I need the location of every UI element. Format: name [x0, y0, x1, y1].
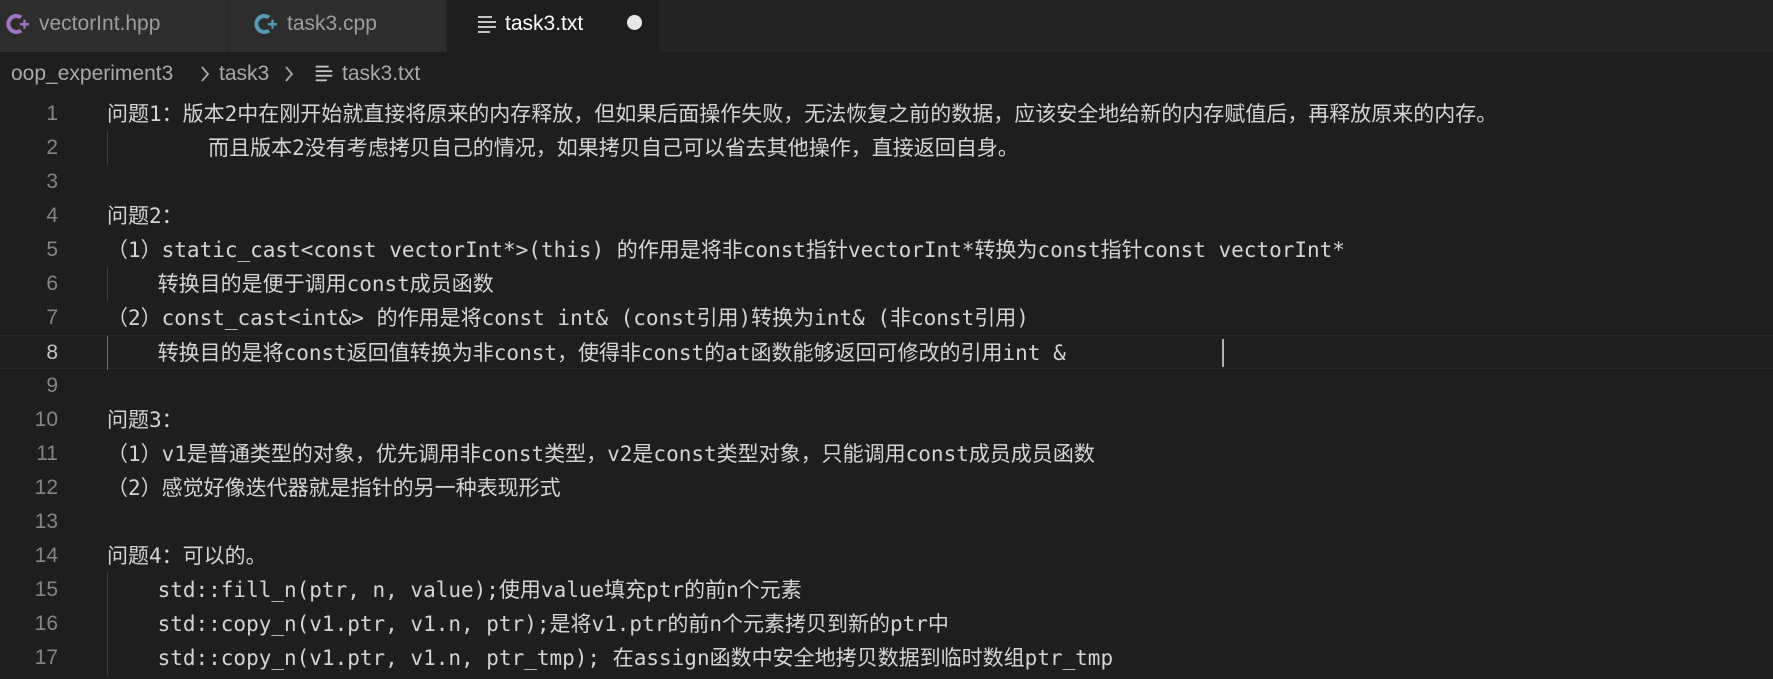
breadcrumb: oop_experiment3 task3 task3.txt — [0, 52, 1773, 96]
text-cursor — [1222, 339, 1224, 367]
editor-line[interactable]: 6 转换目的是便于调用const成员函数 — [0, 267, 1773, 301]
text-file-icon — [478, 16, 496, 33]
tab-label: task3.txt — [505, 12, 584, 35]
line-number: 15 — [34, 578, 58, 601]
line-number: 17 — [34, 646, 58, 669]
line-number: 11 — [36, 442, 58, 465]
line-number: 4 — [46, 204, 58, 227]
line-number: 3 — [46, 170, 58, 193]
line-text[interactable]: （2）const_cast<int&> 的作用是将const int& (con… — [107, 301, 1029, 335]
editor-line[interactable]: 7 （2）const_cast<int&> 的作用是将const int& (c… — [0, 301, 1773, 335]
breadcrumb-file-task3-txt[interactable]: task3.txt — [342, 61, 420, 87]
line-text[interactable]: std::copy_n(v1.ptr, v1.n, ptr_tmp); 在ass… — [107, 641, 1114, 675]
editor-line[interactable]: 10 问题3： — [0, 403, 1773, 437]
editor-line[interactable]: 5 （1）static_cast<const vectorInt*>(this)… — [0, 233, 1773, 267]
tab-label: task3.cpp — [287, 12, 377, 35]
line-number: 5 — [46, 238, 58, 261]
chevron-right-icon — [201, 66, 210, 82]
unsaved-changes-dot-icon[interactable] — [627, 15, 642, 30]
line-text[interactable]: 问题3： — [107, 403, 183, 437]
text-editor[interactable]: 1 问题1：版本2中在刚开始就直接将原来的内存释放，但如果后面操作失败，无法恢复… — [0, 96, 1773, 679]
editor-line[interactable]: 15 std::fill_n(ptr, n, value);使用value填充p… — [0, 573, 1773, 607]
tab-vectorint-hpp[interactable]: vectorInt.hpp — [0, 0, 228, 52]
editor-line[interactable]: 13 — [0, 505, 1773, 539]
line-text[interactable]: （2）感觉好像迭代器就是指针的另一种表现形式 — [107, 471, 561, 505]
editor-line[interactable]: 17 std::copy_n(v1.ptr, v1.n, ptr_tmp); 在… — [0, 641, 1773, 675]
editor-tab-bar: vectorInt.hpp task3.cpp task3.txt — [0, 0, 1773, 52]
editor-line[interactable]: 11 （1）v1是普通类型的对象，优先调用非const类型，v2是const类型… — [0, 437, 1773, 471]
line-number: 8 — [46, 341, 58, 364]
line-number: 7 — [46, 306, 58, 329]
line-number: 10 — [34, 408, 58, 431]
tab-task3-cpp[interactable]: task3.cpp — [228, 0, 447, 52]
editor-line[interactable]: 16 std::copy_n(v1.ptr, v1.n, ptr);是将v1.p… — [0, 607, 1773, 641]
line-text[interactable]: （1）v1是普通类型的对象，优先调用非const类型，v2是const类型对象，… — [107, 437, 1095, 471]
breadcrumb-folder-oop-experiment3[interactable]: oop_experiment3 — [11, 61, 173, 87]
editor-line[interactable]: 2 而且版本2没有考虑拷贝自己的情况，如果拷贝自己可以省去其他操作，直接返回自身… — [0, 131, 1773, 165]
editor-line[interactable]: 3 — [0, 165, 1773, 199]
line-number: 6 — [46, 272, 58, 295]
line-text[interactable]: 而且版本2没有考虑拷贝自己的情况，如果拷贝自己可以省去其他操作，直接返回自身。 — [107, 131, 1019, 165]
line-number: 1 — [46, 102, 58, 125]
line-number: 16 — [34, 612, 58, 635]
line-text[interactable]: 问题4：可以的。 — [107, 539, 267, 573]
editor-line[interactable]: 9 — [0, 369, 1773, 403]
breadcrumb-folder-task3[interactable]: task3 — [219, 61, 269, 87]
tab-task3-txt[interactable]: task3.txt — [447, 0, 660, 52]
editor-line-current[interactable]: 8 转换目的是将const返回值转换为非const，使得非const的at函数能… — [0, 335, 1773, 370]
line-number: 13 — [34, 510, 58, 533]
editor-line[interactable]: 12 （2）感觉好像迭代器就是指针的另一种表现形式 — [0, 471, 1773, 505]
editor-line[interactable]: 4 问题2： — [0, 199, 1773, 233]
line-text[interactable]: 转换目的是将const返回值转换为非const，使得非const的at函数能够返… — [107, 336, 1066, 370]
cpp-header-icon — [6, 14, 29, 34]
line-number: 9 — [46, 374, 58, 397]
editor-line[interactable]: 14 问题4：可以的。 — [0, 539, 1773, 573]
cpp-file-icon — [254, 14, 277, 34]
text-file-icon — [315, 65, 333, 82]
editor-line[interactable]: 1 问题1：版本2中在刚开始就直接将原来的内存释放，但如果后面操作失败，无法恢复… — [0, 97, 1773, 131]
line-text[interactable]: 问题1：版本2中在刚开始就直接将原来的内存释放，但如果后面操作失败，无法恢复之前… — [107, 97, 1497, 131]
line-text[interactable]: 问题2： — [107, 199, 183, 233]
line-text[interactable]: std::fill_n(ptr, n, value);使用value填充ptr的… — [107, 573, 802, 607]
chevron-right-icon — [285, 66, 294, 82]
line-number: 2 — [46, 136, 58, 159]
line-number: 12 — [34, 476, 58, 499]
line-text[interactable]: std::copy_n(v1.ptr, v1.n, ptr);是将v1.ptr的… — [107, 607, 949, 641]
line-text[interactable]: （1）static_cast<const vectorInt*>(this) 的… — [107, 233, 1345, 267]
line-number: 14 — [34, 544, 58, 567]
tab-label: vectorInt.hpp — [39, 12, 161, 35]
line-text[interactable]: 转换目的是便于调用const成员函数 — [107, 267, 494, 301]
